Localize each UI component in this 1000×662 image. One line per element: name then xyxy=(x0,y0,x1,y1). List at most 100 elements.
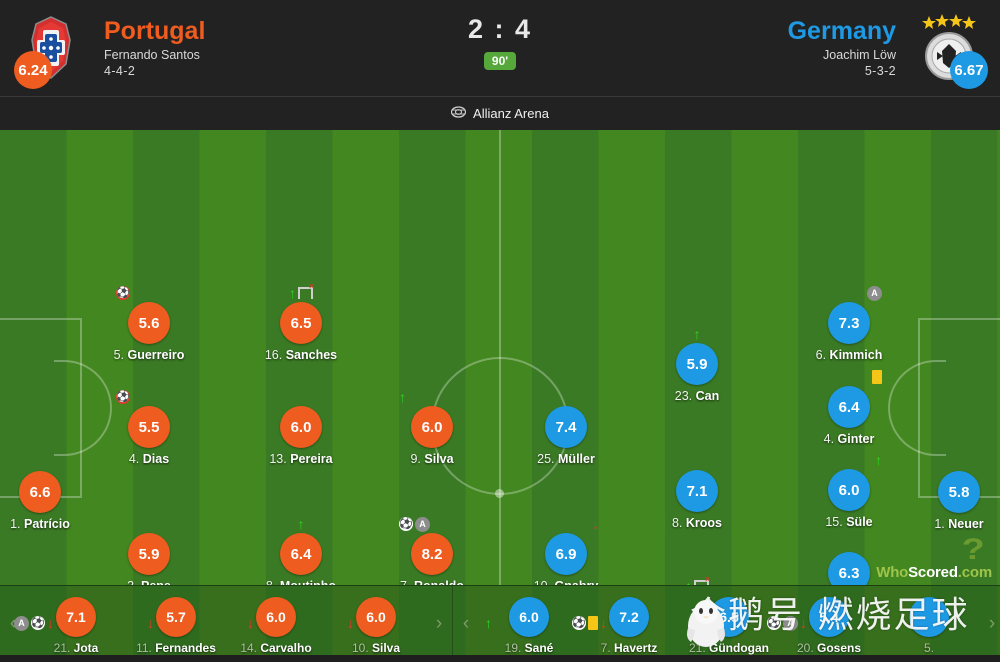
substitute-token[interactable]: A ⚽ ↓ 7.1 21. Jota xyxy=(14,593,126,655)
home-manager: Fernando Santos xyxy=(104,48,200,62)
match-score: 2 : 4 xyxy=(467,14,533,44)
player-event-icons: ⚽ A ↓ xyxy=(767,615,807,631)
sub-on-icon: ↑ xyxy=(297,516,305,532)
substitute-token[interactable]: 5. xyxy=(879,593,979,655)
player-token[interactable]: 6.6 1. Patrício xyxy=(0,471,95,531)
assist-icon: A xyxy=(783,615,798,631)
player-surname: Ginter xyxy=(837,432,875,446)
player-token[interactable]: ↑6.5 16. Sanches xyxy=(246,283,356,362)
away-subs-list: ↑ 6.0 19. Sané ⚽ ↓ 7.2 7. Havertz ↓ 6.5 21. Gündo… xyxy=(479,593,979,655)
player-token[interactable]: 5.8 1. Neuer xyxy=(904,471,1000,531)
substitute-token[interactable]: ↓ 6.5 21. Gündogan xyxy=(679,593,779,655)
home-team-rating: 6.24 xyxy=(14,51,52,89)
player-number: 5. xyxy=(923,640,934,655)
player-token[interactable]: 6.0 13. Pereira xyxy=(246,406,356,466)
whoscored-logo-part1: Who xyxy=(876,564,909,581)
player-event-icons: ↑ xyxy=(298,516,305,532)
player-number: 19. xyxy=(504,640,525,655)
away-subs-prev-icon[interactable]: ‹ xyxy=(453,586,479,662)
sub-off-icon: ↓ xyxy=(800,615,807,631)
away-team-block[interactable]: Germany Joachim Löw 5-3-2 6.67 xyxy=(580,11,1000,89)
player-token[interactable]: 6.4 4. Ginter xyxy=(794,370,904,446)
substitute-token[interactable]: ↑ 6.0 19. Sané xyxy=(479,593,579,655)
player-number: 15. xyxy=(825,515,847,529)
player-number: 4. xyxy=(823,432,838,446)
player-event-icons: ↓ xyxy=(147,616,154,630)
player-event-icons: ↓ xyxy=(247,616,254,630)
player-event-icons: ↑ xyxy=(694,326,701,342)
sub-off-icon: ↓ xyxy=(347,614,354,631)
home-team-name: Portugal xyxy=(104,17,206,45)
whoscored-logo[interactable]: WhoScored.com xyxy=(876,564,992,581)
away-manager: Joachim Löw xyxy=(823,48,896,62)
player-event-icons: ⚽ xyxy=(116,389,130,405)
sub-off-icon: ↓ xyxy=(700,614,707,631)
player-token[interactable]: 7.4 25. Müller xyxy=(511,406,621,466)
player-token[interactable]: A 7.3 6. Kimmich xyxy=(794,285,904,362)
player-event-icons: ↑ xyxy=(685,576,711,585)
player-token[interactable]: ↑ 5.9 23. Can xyxy=(642,327,752,403)
player-token[interactable]: 7.1 8. Kroos xyxy=(642,470,752,530)
away-team-name: Germany xyxy=(787,17,896,45)
whoscored-q-icon: ? xyxy=(961,533,985,566)
away-subs-next-icon[interactable]: › xyxy=(979,586,1000,662)
player-name: 23. Can xyxy=(642,389,752,403)
player-rating-badge: 5.7 xyxy=(156,596,196,637)
home-team-block[interactable]: 6.24 Portugal Fernando Santos 4-4-2 xyxy=(0,11,420,89)
player-rating-badge: 5.9 xyxy=(676,343,718,385)
player-surname: Süle xyxy=(846,515,873,529)
player-surname: Dias xyxy=(142,452,170,466)
player-rating-badge: 6.0 xyxy=(280,406,322,448)
player-rating-badge: 6.4 xyxy=(828,386,870,428)
player-rating-badge: 6.0 xyxy=(356,596,396,637)
substitute-token[interactable]: ↓ 6.0 10. Silva xyxy=(326,593,426,655)
match-header: 6.24 Portugal Fernando Santos 4-4-2 2 : … xyxy=(0,0,1000,96)
sub-on-icon: ↑ xyxy=(693,326,701,342)
player-number: 21. xyxy=(53,640,74,655)
player-rating-badge: 5.6 xyxy=(128,302,170,344)
player-name: 5. Guerreiro xyxy=(94,348,204,362)
home-subs-next-icon[interactable]: › xyxy=(426,586,452,662)
sub-off-icon: ↓ xyxy=(47,615,54,631)
substitute-token[interactable]: ⚽ A ↓ 5.4 20. Gosens xyxy=(767,593,879,655)
player-surname: Gündogan xyxy=(709,640,769,655)
yellow-card-icon xyxy=(872,370,882,384)
sub-on-icon: ↑ xyxy=(485,614,492,631)
substitute-token[interactable]: ↓ 6.0 14. Carvalho xyxy=(226,593,326,655)
player-rating-badge: 5.4 xyxy=(809,596,849,637)
player-token[interactable]: ↑6.48. Moutinho xyxy=(246,517,356,585)
player-rating-badge xyxy=(909,596,949,637)
player-name: 11. Fernandes xyxy=(126,641,226,655)
player-token[interactable]: ↑ 6.0 15. Süle xyxy=(794,453,904,529)
player-rating-badge: 7.1 xyxy=(56,596,96,637)
player-name: 1. Patrício xyxy=(0,517,95,531)
assist-icon: A xyxy=(14,615,29,631)
player-rating-badge: 6.9 xyxy=(545,533,587,575)
player-token[interactable]: ↑ 6.0 9. Silva xyxy=(377,390,487,466)
player-number: 7. xyxy=(600,640,614,655)
player-rating-badge: 6.3 xyxy=(828,552,870,585)
player-event-icons: ⚽ A xyxy=(399,516,430,532)
substitute-token[interactable]: ⚽ ↓ 7.2 7. Havertz xyxy=(572,593,679,655)
player-name: 5. xyxy=(879,641,979,655)
sub-on-icon: ↑ xyxy=(289,285,296,301)
player-token[interactable]: ↓6.910. Gnabry xyxy=(511,517,621,585)
player-surname: Havertz xyxy=(613,640,658,655)
player-token[interactable]: ⚽ 5.6 5. Guerreiro xyxy=(94,286,204,362)
player-token[interactable]: ⚽ 5.5 4. Dias xyxy=(94,390,204,466)
player-event-icons: ↓ xyxy=(347,616,354,630)
player-name: 7. Havertz xyxy=(579,641,679,655)
player-name: 4. Ginter xyxy=(794,432,904,446)
player-token[interactable]: ⚽A8.27. Ronaldo xyxy=(377,516,487,585)
home-team-text: Portugal Fernando Santos 4-4-2 xyxy=(88,17,221,79)
player-rating-badge: 6.4 xyxy=(280,533,322,575)
substitute-token[interactable]: ↓ 5.7 11. Fernandes xyxy=(126,593,226,655)
home-crest-wrap: 6.24 xyxy=(14,11,88,89)
player-token[interactable]: 5.93. Pepe xyxy=(94,533,204,585)
home-subs-list: A ⚽ ↓ 7.1 21. Jota ↓ 5.7 11. Fernandes ↓ 6.0 14. C… xyxy=(14,593,426,655)
player-event-icons: A xyxy=(867,285,882,301)
home-substitutes: ‹ A ⚽ ↓ 7.1 21. Jota ↓ 5.7 11. Fernandes ↓ 6.0 14.… xyxy=(0,586,452,661)
away-team-text: Germany Joachim Löw 5-3-2 xyxy=(772,17,912,79)
player-event-icons: ↑ xyxy=(485,616,492,630)
player-surname: Gosens xyxy=(817,640,862,655)
